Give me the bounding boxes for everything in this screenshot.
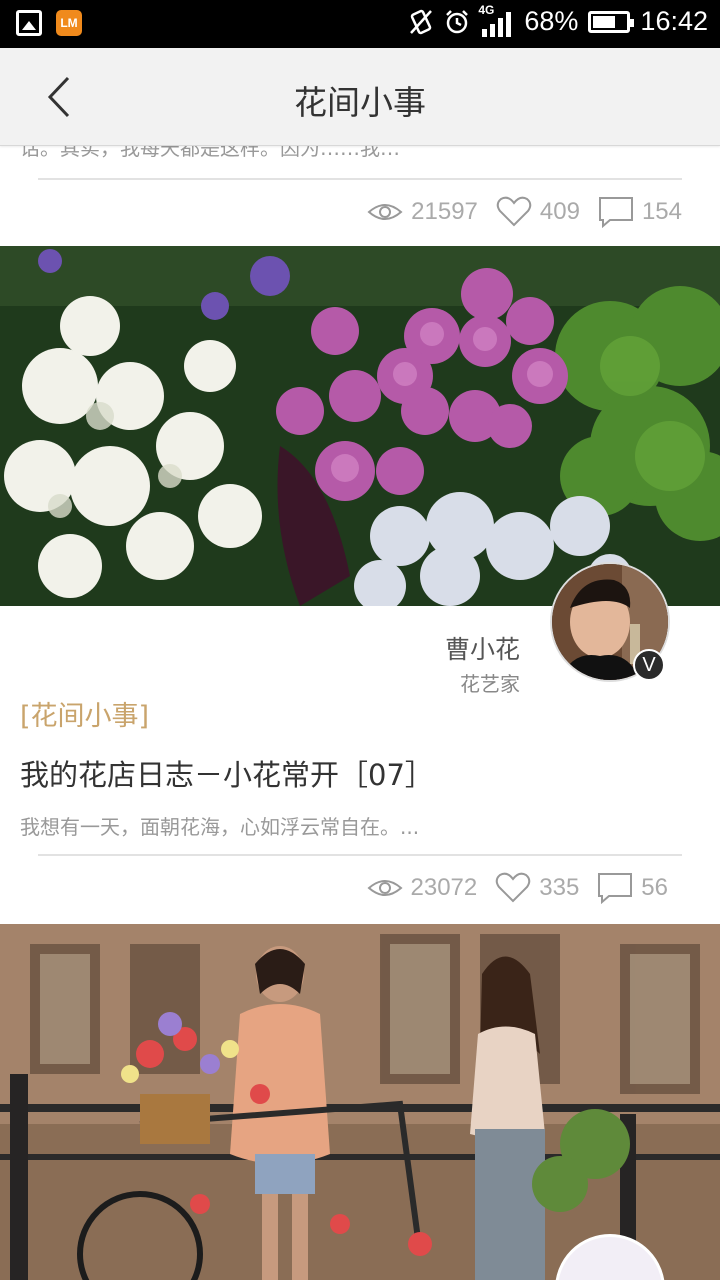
- verified-badge: V: [633, 649, 665, 681]
- comment-icon: [598, 197, 633, 228]
- likes-count: 409: [539, 198, 580, 225]
- network-type: 4G: [478, 2, 495, 17]
- app-header: 花间小事: [0, 48, 720, 146]
- article-title[interactable]: 我的花店日志－小花常开［07］: [20, 752, 434, 794]
- author-name[interactable]: 曹小花: [445, 630, 520, 666]
- eye-icon: [366, 880, 403, 896]
- article-feed[interactable]: 话。其实，我每天都是这样。因为……我… 21597 409 154 曹小花 花艺…: [0, 146, 720, 1280]
- divider: [38, 854, 682, 856]
- comment-icon: [598, 873, 633, 904]
- prev-card-excerpt: 话。其实，我每天都是这样。因为……我…: [20, 146, 400, 160]
- views-count: 23072: [410, 874, 478, 901]
- article-excerpt: 我想有一天，面朝花海，心如浮云常自在。...: [20, 815, 420, 839]
- views-stat: 23072: [366, 874, 478, 902]
- article-stats: 23072 335 56: [349, 868, 668, 908]
- likes-stat[interactable]: 335: [495, 872, 579, 904]
- battery-percent: 68%: [524, 6, 579, 36]
- prev-card-stats: 21597 409 154: [349, 192, 682, 232]
- heart-icon: [496, 872, 531, 903]
- category-tag[interactable]: [花间小事]: [20, 694, 149, 733]
- bicycle-image: [0, 924, 720, 1280]
- gallery-icon: [16, 10, 42, 36]
- alarm-icon: [446, 9, 469, 33]
- status-bar: LM 4G 68% 16:42: [0, 0, 720, 48]
- comments-stat[interactable]: 154: [598, 196, 682, 228]
- comments-count: 154: [641, 198, 682, 225]
- app-icon: LM: [56, 10, 82, 36]
- battery-level: [593, 15, 616, 28]
- likes-count: 335: [539, 874, 580, 901]
- author-role: 花艺家: [460, 672, 520, 696]
- page-title: 花间小事: [294, 83, 426, 122]
- views-stat: 21597: [367, 198, 478, 226]
- comments-stat[interactable]: 56: [597, 872, 668, 904]
- comments-count: 56: [641, 874, 668, 901]
- clock: 16:42: [640, 6, 708, 36]
- divider: [38, 178, 682, 180]
- bicycle-hero-image[interactable]: [0, 924, 720, 1280]
- vibrate-icon: [410, 9, 433, 34]
- flower-hero-image[interactable]: [0, 246, 720, 606]
- eye-icon: [367, 204, 403, 220]
- battery-icon: [588, 10, 635, 33]
- likes-stat[interactable]: 409: [496, 196, 580, 228]
- views-count: 21597: [411, 198, 478, 225]
- heart-icon: [496, 196, 532, 227]
- flower-image: [0, 246, 720, 606]
